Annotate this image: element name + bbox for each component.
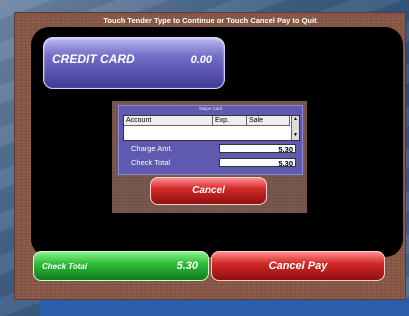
check-total-button-label: Check Total bbox=[42, 262, 88, 271]
credit-card-amount: 0.00 bbox=[190, 54, 212, 66]
cancel-pay-button[interactable]: Cancel Pay bbox=[211, 251, 385, 281]
credit-card-label: CREDIT CARD bbox=[52, 52, 135, 66]
table-scrollbar[interactable]: ▲ ▼ bbox=[291, 116, 299, 140]
swipe-card-panel: Swipe Card Account Exp. Sale ▲ ▼ Charge … bbox=[118, 105, 303, 175]
check-total-button[interactable]: Check Total 5.30 bbox=[33, 251, 209, 281]
credit-card-button[interactable]: CREDIT CARD 0.00 bbox=[43, 37, 225, 89]
scroll-track bbox=[292, 122, 299, 132]
charge-amt-field[interactable]: 5.30 bbox=[219, 144, 296, 154]
desktop-bottom-bar bbox=[40, 298, 409, 316]
column-header-sale: Sale bbox=[247, 116, 290, 126]
column-header-exp: Exp. bbox=[213, 116, 247, 126]
swipe-card-dialog: Swipe Card Account Exp. Sale ▲ ▼ Charge … bbox=[112, 101, 307, 213]
scroll-down-icon[interactable]: ▼ bbox=[292, 132, 299, 138]
payment-window: Touch Tender Type to Continue or Touch C… bbox=[14, 12, 406, 300]
charge-amt-label: Charge Amt. bbox=[131, 144, 173, 153]
check-total-button-amount: 5.30 bbox=[176, 260, 198, 272]
cancel-button[interactable]: Cancel bbox=[150, 177, 267, 205]
instruction-title: Touch Tender Type to Continue or Touch C… bbox=[103, 16, 317, 25]
check-total-label: Check Total bbox=[131, 158, 171, 167]
dialog-title: Swipe Card bbox=[198, 106, 223, 111]
column-header-account: Account bbox=[124, 116, 213, 126]
account-table[interactable]: Account Exp. Sale ▲ ▼ bbox=[123, 115, 300, 141]
check-total-field: 5.30 bbox=[219, 158, 296, 168]
scroll-up-icon[interactable]: ▲ bbox=[292, 116, 299, 122]
